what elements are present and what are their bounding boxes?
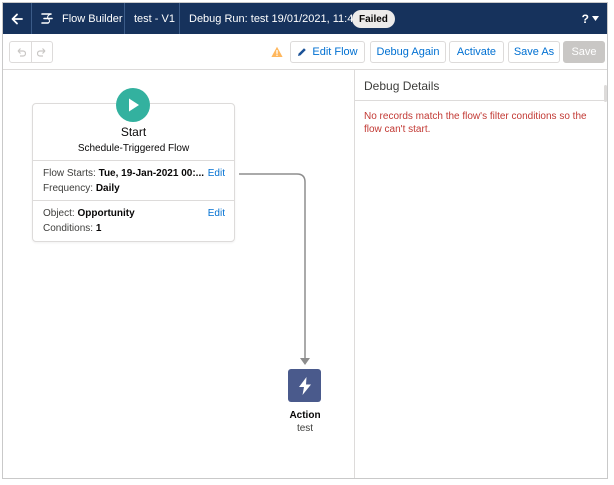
conditions-label: Conditions: bbox=[43, 223, 94, 234]
panel-scrollbar[interactable] bbox=[604, 85, 607, 102]
connector-arrow bbox=[300, 358, 310, 365]
debug-details-panel: Debug Details No records match the flow'… bbox=[354, 70, 607, 478]
start-node-icon[interactable] bbox=[116, 88, 150, 122]
save-button[interactable]: Save bbox=[563, 41, 605, 63]
back-button[interactable] bbox=[3, 3, 31, 34]
start-subtitle: Schedule-Triggered Flow bbox=[77, 143, 190, 154]
edit-flow-button[interactable]: Edit Flow bbox=[290, 41, 365, 63]
action-subtitle: test bbox=[296, 423, 314, 434]
arrow-left-icon bbox=[11, 13, 23, 24]
conditions-row: Conditions: 1 bbox=[43, 223, 101, 234]
redo-icon bbox=[37, 48, 46, 57]
chevron-down-icon bbox=[592, 16, 599, 21]
frequency-value: Daily bbox=[95, 183, 120, 194]
edit-flow-label: Edit Flow bbox=[312, 46, 358, 58]
edit-object-link[interactable]: Edit bbox=[208, 208, 225, 219]
action-node-icon[interactable] bbox=[288, 369, 321, 402]
flow-starts-row: Flow Starts: Tue, 19-Jan-2021 00:... bbox=[43, 168, 204, 179]
app-name: Flow Builder bbox=[62, 12, 123, 25]
start-title: Start bbox=[120, 125, 147, 139]
schedule-section: Flow Starts: Tue, 19-Jan-2021 00:... Fre… bbox=[33, 160, 234, 200]
undo-button[interactable] bbox=[10, 42, 31, 62]
debug-error-message: No records match the flow's filter condi… bbox=[364, 111, 587, 135]
activate-button[interactable]: Activate bbox=[449, 41, 504, 63]
connector-line bbox=[239, 173, 306, 359]
conditions-value: 1 bbox=[95, 223, 102, 234]
status-badge: Failed bbox=[352, 10, 395, 28]
header-divider bbox=[179, 3, 180, 34]
undo-icon bbox=[17, 48, 26, 57]
toolbar: Edit Flow Debug Again Activate Save As S… bbox=[3, 34, 607, 70]
debug-again-button[interactable]: Debug Again bbox=[370, 41, 446, 63]
start-element-card[interactable]: Start Schedule-Triggered Flow Flow Start… bbox=[32, 103, 235, 242]
lightning-icon bbox=[298, 376, 311, 395]
edit-schedule-link[interactable]: Edit bbox=[208, 168, 225, 179]
app-title: Flow Builder bbox=[41, 3, 123, 34]
app-header: Flow Builder test - V1 Debug Run: test 1… bbox=[3, 3, 607, 34]
object-section: Object: Opportunity Conditions: 1 Edit bbox=[33, 200, 234, 241]
flow-canvas[interactable]: Start Schedule-Triggered Flow Flow Start… bbox=[3, 70, 354, 478]
undo-redo-group bbox=[9, 41, 53, 63]
flow-starts-label: Flow Starts: bbox=[43, 168, 96, 179]
play-icon bbox=[129, 98, 139, 112]
frequency-row: Frequency: Daily bbox=[43, 183, 120, 194]
flow-icon bbox=[41, 13, 53, 24]
action-title: Action bbox=[289, 410, 321, 421]
frequency-label: Frequency: bbox=[43, 183, 94, 194]
object-row: Object: Opportunity bbox=[43, 208, 135, 219]
flow-version: test - V1 bbox=[134, 12, 175, 25]
flow-starts-value: Tue, 19-Jan-2021 00:... bbox=[98, 168, 204, 179]
warning-icon[interactable] bbox=[271, 46, 283, 58]
debug-run-title: Debug Run: test 19/01/2021, 11:47 bbox=[189, 12, 360, 25]
help-menu-button[interactable]: ? bbox=[582, 3, 599, 34]
header-divider bbox=[124, 3, 125, 34]
help-label: ? bbox=[581, 11, 589, 26]
flow-builder-window: Flow Builder test - V1 Debug Run: test 1… bbox=[2, 2, 608, 479]
save-as-button[interactable]: Save As bbox=[508, 41, 560, 63]
object-label: Object: bbox=[43, 208, 75, 219]
pencil-icon bbox=[298, 48, 307, 56]
redo-button[interactable] bbox=[31, 42, 52, 62]
panel-title: Debug Details bbox=[355, 70, 607, 101]
header-divider bbox=[31, 3, 32, 34]
object-value: Opportunity bbox=[77, 208, 135, 219]
